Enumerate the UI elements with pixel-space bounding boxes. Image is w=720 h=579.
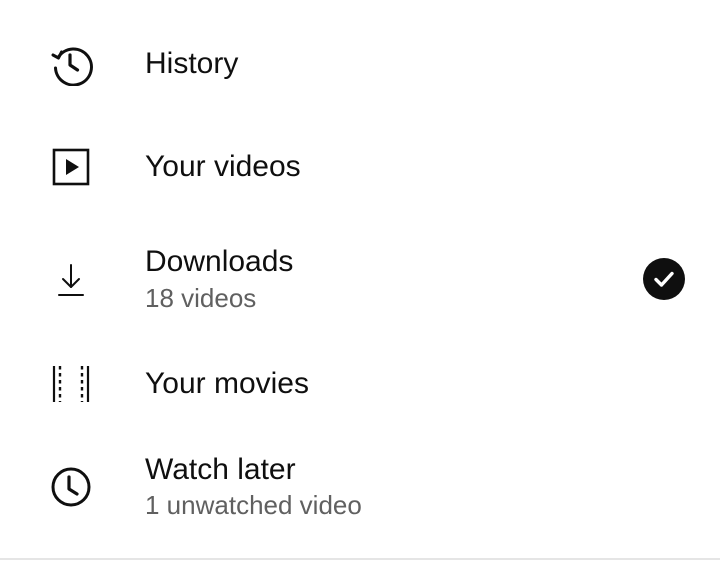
menu-item-history[interactable]: History	[0, 18, 720, 110]
menu-item-label: History	[145, 47, 239, 80]
menu-item-label: Downloads	[145, 245, 294, 278]
menu-item-downloads[interactable]: Downloads 18 videos	[0, 230, 720, 330]
menu-item-your-videos[interactable]: Your videos	[0, 122, 720, 214]
history-icon	[48, 41, 94, 87]
clock-icon	[48, 464, 94, 510]
menu-item-label: Your videos	[145, 150, 301, 183]
check-circle-icon	[643, 258, 685, 300]
download-icon	[48, 257, 94, 303]
play-box-icon	[48, 144, 94, 190]
menu-item-watch-later[interactable]: Watch later 1 unwatched video	[0, 440, 720, 540]
library-menu: History Your videos Downloads 18 videos	[0, 0, 720, 560]
menu-item-label: Watch later	[145, 453, 296, 486]
watch-later-count: 1 unwatched video	[145, 490, 362, 520]
downloads-count: 18 videos	[145, 283, 257, 313]
film-strip-icon	[48, 361, 94, 407]
menu-item-label: Your movies	[145, 367, 309, 400]
menu-item-your-movies[interactable]: Your movies	[0, 338, 720, 430]
divider	[0, 558, 720, 560]
